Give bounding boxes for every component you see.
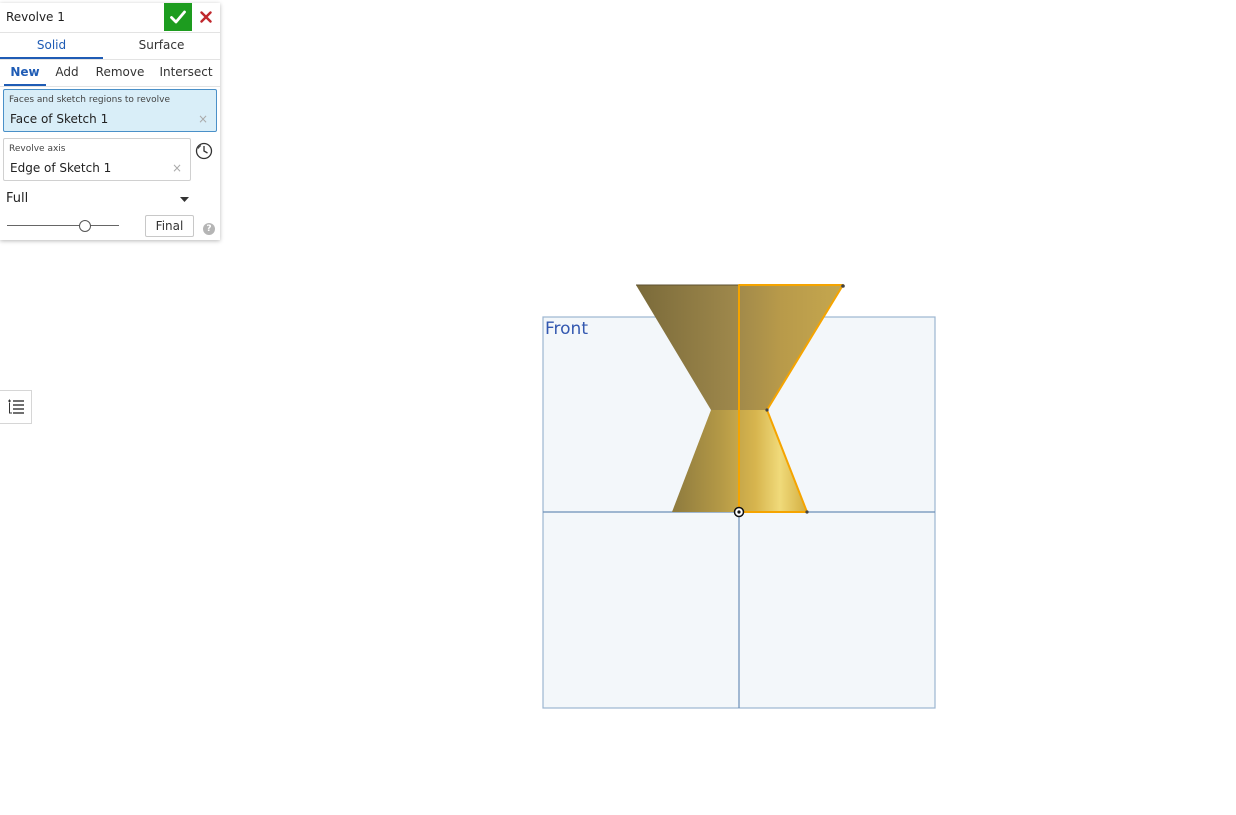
tab-new[interactable]: New: [4, 60, 46, 86]
revolve-axis-field[interactable]: Revolve axis Edge of Sketch 1 ×: [3, 138, 191, 181]
help-icon[interactable]: ?: [203, 223, 215, 235]
plane-label-front: Front: [545, 319, 588, 339]
clear-faces-icon[interactable]: ×: [198, 112, 208, 126]
revolve-feature-dialog: Revolve 1 Solid Surface New Add Remove I…: [0, 3, 220, 240]
close-icon: [200, 11, 212, 23]
tab-remove[interactable]: Remove: [94, 60, 146, 85]
opposite-direction-icon[interactable]: [195, 142, 213, 160]
tab-surface[interactable]: Surface: [110, 33, 213, 58]
axis-field-label: Revolve axis: [9, 144, 66, 154]
clear-axis-icon[interactable]: ×: [172, 161, 182, 175]
origin-icon[interactable]: [733, 506, 745, 518]
accept-button[interactable]: [164, 3, 192, 31]
sketch-vertex-dot: [765, 408, 769, 412]
sketch-vertex-dot: [805, 510, 809, 514]
checkmark-icon: [170, 10, 186, 24]
faces-to-revolve-field[interactable]: Faces and sketch regions to revolve Face…: [3, 89, 217, 132]
rollback-slider[interactable]: [7, 219, 119, 233]
revolve-type-dropdown[interactable]: Full: [6, 190, 192, 210]
faces-field-label: Faces and sketch regions to revolve: [9, 95, 170, 105]
feature-list-icon: [7, 399, 24, 414]
final-button[interactable]: Final: [145, 215, 194, 237]
tab-intersect[interactable]: Intersect: [157, 60, 215, 85]
cancel-button[interactable]: [194, 3, 218, 31]
faces-field-value: Face of Sketch 1: [10, 112, 109, 126]
tab-add[interactable]: Add: [50, 60, 84, 85]
dialog-header: Revolve 1: [0, 3, 220, 31]
tab-solid[interactable]: Solid: [0, 33, 103, 59]
sketch-vertex-dot: [841, 284, 845, 288]
feature-list-toggle-button[interactable]: [0, 390, 32, 424]
operation-tabs: New Add Remove Intersect: [0, 59, 220, 87]
chevron-down-icon: [180, 197, 189, 202]
dialog-title: Revolve 1: [6, 10, 65, 24]
body-type-tabs: Solid Surface: [0, 32, 220, 59]
revolve-type-value: Full: [6, 191, 29, 206]
slider-handle[interactable]: [79, 220, 92, 232]
axis-field-value: Edge of Sketch 1: [10, 161, 112, 175]
slider-track: [7, 225, 119, 226]
